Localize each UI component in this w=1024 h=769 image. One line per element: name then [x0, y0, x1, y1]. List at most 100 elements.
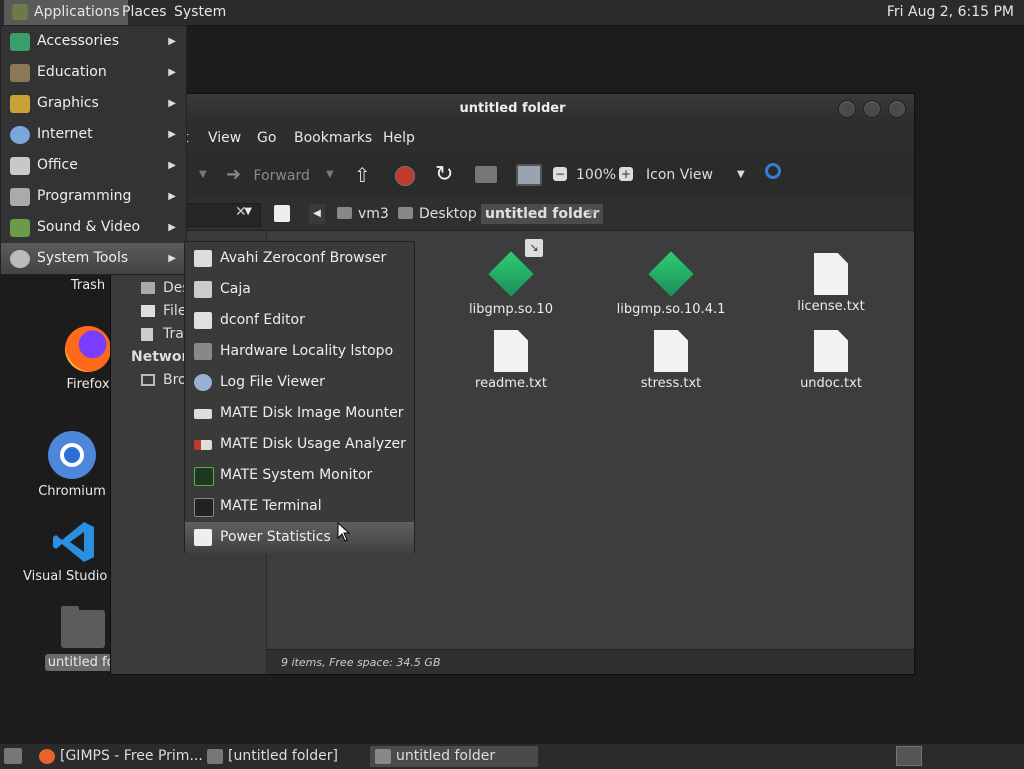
menu-item-label: Hardware Locality lstopo [220, 343, 394, 359]
places-menu-button[interactable]: Places [116, 0, 173, 25]
file-item[interactable]: libgmp.so.10.4.1 [611, 251, 731, 317]
home-icon[interactable] [475, 166, 497, 183]
taskbar-item-untitled-folder[interactable]: untitled folder [370, 746, 538, 767]
sidebar-item-trash[interactable]: Tra [141, 326, 184, 342]
menu-item-graphics[interactable]: Graphics ▶ [1, 88, 186, 119]
reload-icon[interactable]: ↻ [435, 152, 453, 198]
system-menu-button[interactable]: System [168, 0, 232, 25]
menu-item-label: Internet [37, 126, 93, 142]
firefox-icon [65, 326, 111, 372]
disk-mounter-icon [194, 409, 212, 419]
zoom-in-icon[interactable]: + [619, 167, 633, 181]
submenu-arrow-icon: ▶ [168, 222, 176, 233]
view-mode-dropdown-icon[interactable]: ▼ [737, 152, 745, 198]
breadcrumb-vm3[interactable]: vm3 [333, 204, 393, 224]
file-item[interactable]: libgmp.so.10 [451, 251, 571, 317]
menu-item-label: Power Statistics [220, 529, 331, 545]
menu-item-label: MATE Terminal [220, 498, 322, 514]
sidebar-item-desktop[interactable]: Des [141, 280, 190, 296]
avahi-icon [194, 250, 212, 267]
clock[interactable]: Fri Aug 2, 6:15 PM [881, 0, 1020, 25]
bottom-panel: [GIMPS - Free Prim... [untitled folder] … [0, 743, 1024, 769]
menu-item-office[interactable]: Office ▶ [1, 150, 186, 181]
close-button[interactable] [888, 100, 906, 118]
forward-button[interactable]: ➜ Forward [226, 152, 310, 199]
search-icon[interactable] [765, 163, 781, 179]
breadcrumb-desktop[interactable]: Desktop [394, 204, 481, 224]
file-name: readme.txt [475, 376, 547, 391]
menu-item-label: Log File Viewer [220, 374, 325, 390]
close-sidebar-icon[interactable]: ✕ [235, 204, 247, 220]
menu-item-power-statistics[interactable]: Power Statistics [185, 522, 414, 553]
sound-video-icon [10, 219, 30, 237]
breadcrumb-untitled-folder[interactable]: untitled folder [481, 204, 604, 224]
file-name: undoc.txt [800, 376, 862, 391]
sidebar-item-filesystem[interactable]: File [141, 303, 186, 319]
accessories-icon [10, 33, 30, 51]
chromium-icon [48, 431, 96, 479]
menu-item-label: MATE Disk Image Mounter [220, 405, 404, 421]
file-item[interactable]: license.txt [771, 253, 891, 314]
menu-item-mate-terminal[interactable]: MATE Terminal [185, 491, 414, 522]
taskbar-item-firefox[interactable]: [GIMPS - Free Prim... [34, 746, 230, 767]
submenu-arrow-icon: ▶ [168, 253, 176, 264]
mouse-cursor-icon [337, 522, 351, 542]
menu-item-education[interactable]: Education ▶ [1, 57, 186, 88]
menu-item-sound-video[interactable]: Sound & Video ▶ [1, 212, 186, 243]
library-file-icon [648, 251, 694, 297]
menu-item-label: Avahi Zeroconf Browser [220, 250, 387, 266]
applications-menu-button[interactable]: Applications [4, 0, 128, 25]
menu-item-disk-usage-analyzer[interactable]: MATE Disk Usage Analyzer [185, 429, 414, 460]
menu-view[interactable]: View [208, 124, 241, 152]
home-folder-icon [337, 207, 352, 219]
text-file-icon [494, 330, 528, 372]
zoom-out-icon[interactable]: − [553, 167, 567, 181]
breadcrumb-label: Desktop [419, 206, 477, 222]
menu-item-log-file-viewer[interactable]: Log File Viewer [185, 367, 414, 398]
status-bar: 9 items, Free space: 34.5 GB [267, 649, 914, 674]
stop-icon[interactable] [395, 166, 415, 186]
top-panel: Applications Places System Fri Aug 2, 6:… [0, 0, 1024, 26]
edit-location-icon[interactable] [274, 205, 290, 222]
applications-label: Applications [34, 4, 120, 20]
forward-dropdown-icon[interactable]: ▼ [326, 152, 334, 198]
maximize-button[interactable] [863, 100, 881, 118]
menu-bookmarks[interactable]: Bookmarks [294, 124, 372, 152]
menu-item-caja[interactable]: Caja [185, 274, 414, 305]
desktop-icon-chromium[interactable]: Chromium [20, 431, 124, 500]
menu-item-system-tools[interactable]: System Tools ▶ [1, 243, 186, 274]
menu-item-hardware-locality[interactable]: Hardware Locality lstopo [185, 336, 414, 367]
breadcrumb-back-icon[interactable]: ◀ [309, 204, 325, 224]
menu-go[interactable]: Go [257, 124, 276, 152]
view-mode-select[interactable]: Icon View [646, 152, 713, 198]
minimize-button[interactable] [838, 100, 856, 118]
breadcrumb-forward-icon[interactable]: ▶ [589, 207, 596, 217]
menu-item-accessories[interactable]: Accessories ▶ [1, 26, 186, 57]
zoom-level[interactable]: 100% [576, 152, 616, 198]
menu-item-label: Caja [220, 281, 251, 297]
menu-item-avahi[interactable]: Avahi Zeroconf Browser [185, 243, 414, 274]
taskbar-item-untitled-folder-minimized[interactable]: [untitled folder] [202, 746, 393, 767]
menu-item-internet[interactable]: Internet ▶ [1, 119, 186, 150]
window-titlebar[interactable]: untitled folder [111, 94, 914, 124]
file-item[interactable]: undoc.txt [771, 330, 891, 391]
back-dropdown-icon[interactable]: ▼ [199, 152, 207, 198]
menu-item-system-monitor[interactable]: MATE System Monitor [185, 460, 414, 491]
menu-help[interactable]: Help [383, 124, 415, 152]
location-bar: ▼ ✕ ◀ vm3 Desktop untitled folder ▶ [111, 198, 914, 231]
workspace-switcher[interactable] [896, 746, 922, 766]
sidebar-item-browse-network[interactable]: Bro [141, 372, 187, 388]
file-item[interactable]: readme.txt [451, 330, 571, 391]
library-file-icon [488, 251, 534, 297]
computer-icon[interactable] [516, 164, 542, 186]
mate-logo-icon [12, 4, 28, 20]
menu-item-dconf-editor[interactable]: dconf Editor [185, 305, 414, 336]
desktop-folder-icon [141, 282, 155, 294]
file-item[interactable]: stress.txt [611, 330, 731, 391]
up-icon[interactable]: ⇧ [354, 152, 371, 198]
menu-item-disk-image-mounter[interactable]: MATE Disk Image Mounter [185, 398, 414, 429]
internet-icon [10, 126, 30, 144]
show-desktop-icon[interactable] [4, 748, 22, 764]
menu-item-programming[interactable]: Programming ▶ [1, 181, 186, 212]
disk-usage-icon [194, 440, 212, 450]
